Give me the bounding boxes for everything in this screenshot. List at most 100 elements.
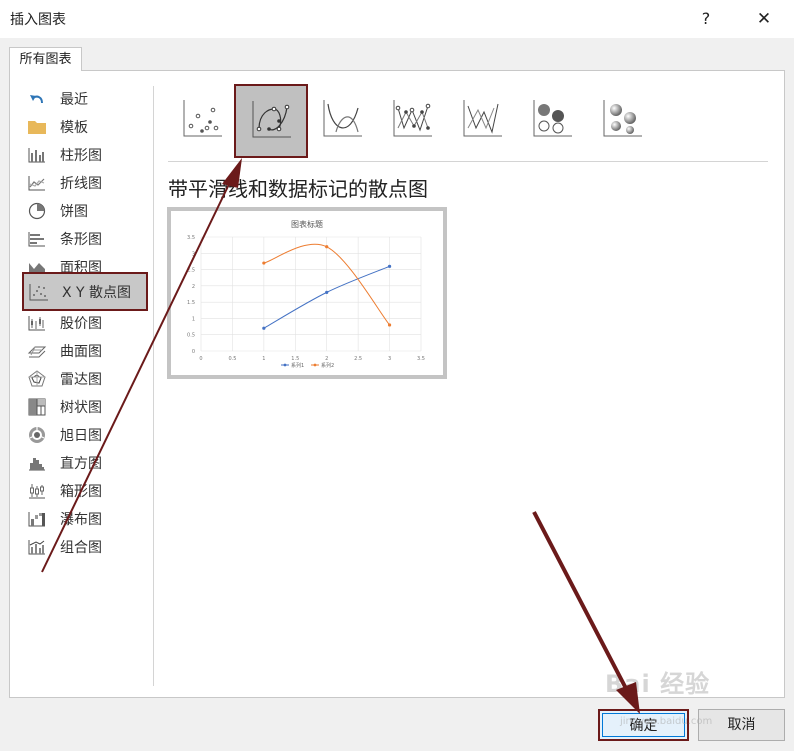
y-tick-label: 3: [192, 251, 195, 257]
legend-label: 系列1: [291, 362, 304, 369]
sidebar-item-label: 最近: [60, 92, 88, 108]
subtype-bubble-3d[interactable]: [596, 94, 648, 146]
folder-icon: [26, 116, 48, 138]
sidebar-item-histogram[interactable]: 直方图: [22, 449, 148, 477]
recent-icon: [26, 88, 48, 110]
surface-chart-icon: [26, 340, 48, 362]
y-tick-label: 0.5: [187, 333, 195, 339]
sidebar-item-surface[interactable]: 曲面图: [22, 337, 148, 365]
sidebar-item-label: 树状图: [60, 400, 102, 416]
x-tick-label: 2: [325, 356, 328, 362]
y-tick-label: 1: [192, 316, 195, 322]
sidebar-item-label: 直方图: [60, 456, 102, 472]
sidebar-item-stock[interactable]: 股价图: [22, 309, 148, 337]
bubble-3d-icon: [600, 98, 644, 142]
sidebar-item-label: 瀑布图: [60, 512, 102, 528]
sidebar-item-label: 曲面图: [60, 344, 102, 360]
sidebar-item-label: X Y 散点图: [62, 284, 132, 301]
subtype-scatter-smooth-markers[interactable]: [234, 84, 308, 158]
sidebar-item-label: 柱形图: [60, 148, 102, 164]
sidebar-item-bar[interactable]: 条形图: [22, 225, 148, 253]
sidebar-item-label: 饼图: [60, 204, 88, 220]
sidebar-item-label: 折线图: [60, 176, 102, 192]
scatter-straight-icon: [460, 98, 504, 142]
subtype-scatter-straight-markers[interactable]: [386, 94, 438, 146]
subtype-divider: [168, 161, 768, 162]
sidebar-divider: [153, 86, 154, 686]
sidebar-item-label: 雷达图: [60, 372, 102, 388]
sidebar-item-recent[interactable]: 最近: [22, 85, 148, 113]
x-tick-label: 3.5: [417, 356, 425, 362]
scatter-subtype-icon: [180, 98, 224, 142]
sidebar-item-label: 箱形图: [60, 484, 102, 500]
chart-preview: 图表标题 0 0.5 1 1.5 2 2.5 3 3.5 0 0.5 1 1.5 2 2.5 3 3.5 系…: [167, 207, 447, 379]
scatter-smooth-markers-icon: [249, 99, 293, 143]
bubble-icon: [530, 98, 574, 142]
radar-chart-icon: [26, 368, 48, 390]
legend-label: 系列2: [321, 362, 334, 369]
stock-chart-icon: [26, 312, 48, 334]
x-tick-label: 1: [262, 356, 265, 362]
series-point: [262, 261, 266, 265]
sidebar-item-sunburst[interactable]: 旭日图: [22, 421, 148, 449]
help-button[interactable]: ?: [694, 6, 718, 32]
chart-title: 图表标题: [291, 219, 323, 229]
x-tick-label: 2.5: [354, 356, 362, 362]
waterfall-chart-icon: [26, 508, 48, 530]
series-point: [325, 245, 329, 249]
subtype-bubble[interactable]: [526, 94, 578, 146]
treemap-chart-icon: [26, 396, 48, 418]
subtype-scatter-straight[interactable]: [456, 94, 508, 146]
x-tick-label: 1.5: [291, 356, 299, 362]
scatter-chart-icon: [28, 281, 50, 303]
legend-marker: [313, 363, 317, 367]
close-button[interactable]: ✕: [752, 6, 776, 32]
x-tick-label: 0: [199, 356, 202, 362]
y-tick-label: 3.5: [187, 235, 195, 241]
sidebar-item-label: 模板: [60, 120, 88, 136]
sidebar-item-column[interactable]: 柱形图: [22, 141, 148, 169]
sidebar-item-label: 组合图: [60, 540, 102, 556]
title-bar: 插入图表 ? ✕: [0, 0, 794, 38]
sidebar-item-xy-scatter[interactable]: X Y 散点图: [22, 272, 148, 311]
x-tick-label: 0.5: [228, 356, 236, 362]
baidu-watermark-url: jingyan.baidu.com: [620, 716, 713, 727]
box-chart-icon: [26, 480, 48, 502]
dialog-title: 插入图表: [10, 12, 66, 28]
combo-chart-icon: [26, 536, 48, 558]
tab-all-charts[interactable]: 所有图表: [9, 47, 82, 71]
baidu-watermark: Bai 经验: [605, 670, 711, 698]
bar-chart-icon: [26, 228, 48, 250]
sidebar-item-line[interactable]: 折线图: [22, 169, 148, 197]
series-point: [262, 326, 266, 330]
line-chart-icon: [26, 172, 48, 194]
sidebar-item-box-whisker[interactable]: 箱形图: [22, 477, 148, 505]
sidebar-item-templates[interactable]: 模板: [22, 113, 148, 141]
sidebar-item-combo[interactable]: 组合图: [22, 533, 148, 561]
sidebar-item-label: 股价图: [60, 316, 102, 332]
y-tick-label: 0: [192, 349, 195, 355]
series-point: [387, 323, 392, 327]
sidebar-item-pie[interactable]: 饼图: [22, 197, 148, 225]
scatter-chart: 图表标题 0 0.5 1 1.5 2 2.5 3 3.5 0 0.5 1 1.5 2 2.5 3 3.5 系…: [187, 219, 425, 369]
sidebar-item-label: 条形图: [60, 232, 102, 248]
sidebar-item-radar[interactable]: 雷达图: [22, 365, 148, 393]
subtype-scatter-smooth[interactable]: [316, 94, 368, 146]
histogram-chart-icon: [26, 452, 48, 474]
legend-marker: [283, 363, 287, 367]
subtype-scatter[interactable]: [176, 94, 228, 146]
sidebar-item-label: 旭日图: [60, 428, 102, 444]
sidebar-item-treemap[interactable]: 树状图: [22, 393, 148, 421]
pie-chart-icon: [26, 200, 48, 222]
series-point: [325, 290, 329, 294]
sunburst-chart-icon: [26, 424, 48, 446]
x-tick-label: 3: [388, 356, 391, 362]
scatter-straight-markers-icon: [390, 98, 434, 142]
sidebar-item-waterfall[interactable]: 瀑布图: [22, 505, 148, 533]
subtype-title: 带平滑线和数据标记的散点图: [168, 177, 428, 201]
scatter-smooth-icon: [320, 98, 364, 142]
series-point: [387, 264, 392, 268]
y-tick-label: 2.5: [187, 268, 195, 274]
y-tick-label: 1.5: [187, 300, 195, 306]
column-chart-icon: [26, 144, 48, 166]
